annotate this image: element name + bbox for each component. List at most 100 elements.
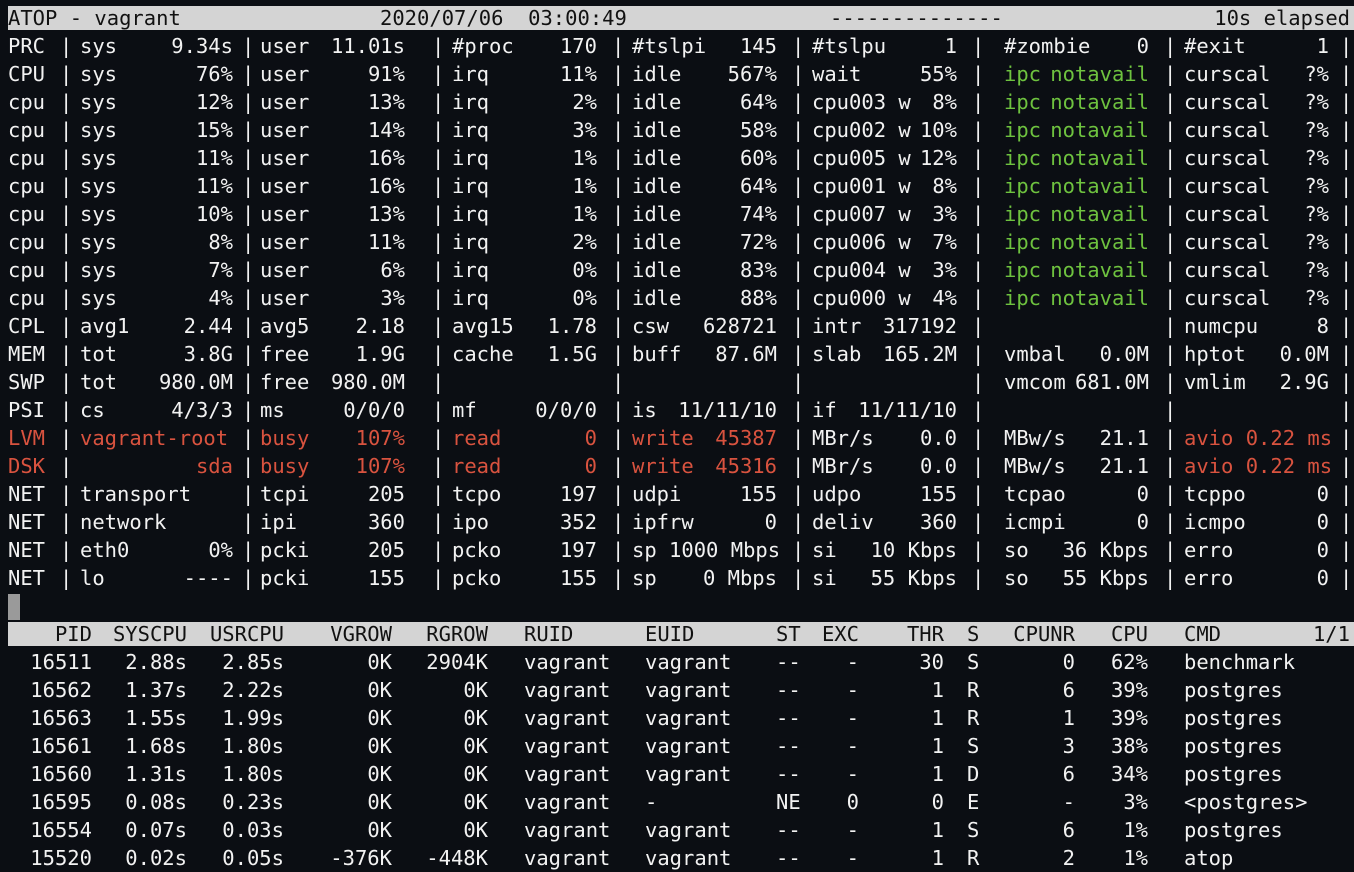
metric-value: 155 — [559, 566, 597, 590]
system-row-net: NET | | | | | | | | lo ---- pcki 155 pcko 155 sp 0 Mbps s… — [0, 564, 1354, 592]
metric-value: 55 Kbps — [1062, 566, 1149, 590]
column-separator: | — [1340, 34, 1353, 58]
process-cell: 0K — [463, 734, 488, 758]
process-row[interactable]: 16560 1.31s 1.80s 0K 0K vagrant vagrant -- -1 D 6 3… — [0, 760, 1354, 788]
metric-value: ?% — [1304, 286, 1329, 310]
metric-value: notavail — [1050, 118, 1149, 142]
process-cell: 0K — [463, 818, 488, 842]
metric-value: 1.78 — [547, 314, 597, 338]
metric-value: 0 — [1316, 538, 1329, 562]
metric-value: 87.6M — [715, 342, 777, 366]
system-row-cpu: cpu | | | | | | | | sys 8% user 11% irq 2% idle 72% cpu00… — [0, 228, 1354, 256]
system-row-net: NET | | | | | | | | network ipi 360 ipo 352 ipfrw 0 deli… — [0, 508, 1354, 536]
column-separator: | — [1340, 398, 1353, 422]
metric-name: transport — [80, 482, 192, 506]
metric-value: 10% — [195, 202, 233, 226]
column-separator: | — [1340, 118, 1353, 142]
process-cell: vagrant — [524, 762, 611, 786]
metric-value: 11% — [195, 174, 233, 198]
metric-value: 7% — [932, 230, 957, 254]
column-separator: | — [1340, 314, 1353, 338]
process-cell: vagrant — [524, 678, 611, 702]
metric-value: 55% — [919, 62, 957, 86]
system-row-cpu: cpu | | | | | | | | sys 15% user 14% irq 3% idle 58% cpu0… — [0, 116, 1354, 144]
metric-value: 64% — [739, 90, 777, 114]
column-separator: | — [1340, 482, 1353, 506]
metric-value: 0.0 — [919, 426, 957, 450]
process-row[interactable]: 16561 1.68s 1.80s 0K 0K vagrant vagrant -- -1 S 3 3… — [0, 732, 1354, 760]
column-separator: | — [1340, 370, 1353, 394]
column-separator: | — [1340, 342, 1353, 366]
system-row-dsk: DSK | | | | | | | | sda busy 107% read 0 write 45316 MBr… — [0, 452, 1354, 480]
process-cell: postgres — [1184, 762, 1283, 786]
metric-value: 83% — [739, 258, 777, 282]
metric-name: avio 0.22 ms — [1184, 454, 1333, 478]
metric-value: 10 Kbps — [870, 538, 957, 562]
system-row-cpu: cpu | | | | | | | | sys 7% user 6% irq 0% idle 83% cpu004… — [0, 256, 1354, 284]
row-label: NET — [8, 482, 46, 506]
metric-value: 628721 — [702, 314, 777, 338]
metric-value: 360 — [367, 510, 405, 534]
metric-value: 45316 — [715, 454, 777, 478]
column-separator: | — [1340, 90, 1353, 114]
metric-value: notavail — [1050, 90, 1149, 114]
metric-value: 11.01s — [330, 34, 405, 58]
metric-value: notavail — [1050, 258, 1149, 282]
process-cell: postgres — [1184, 818, 1283, 842]
metric-value: 8 — [1316, 314, 1329, 338]
metric-value: 15% — [195, 118, 233, 142]
metric-value: 36 Kbps — [1062, 538, 1149, 562]
title-dashes: -------------- — [830, 6, 1003, 30]
system-row-mem: MEM | | | | | | | | tot 3.8G free 1.9G cache 1.5G buff 8… — [0, 340, 1354, 368]
metric-value: 980.0M — [158, 370, 233, 394]
system-row-cpu: cpu | | | | | | | | sys 10% user 13% irq 1% idle 74% cpu0… — [0, 200, 1354, 228]
metric-value: 16% — [367, 174, 405, 198]
column-header-cpu: CPU — [1110, 622, 1148, 646]
system-row-cpu: cpu | | | | | | | | sys 12% user 13% irq 2% idle 64% cpu0… — [0, 88, 1354, 116]
metric-value: 11% — [559, 62, 597, 86]
process-cell: 39% — [1110, 678, 1148, 702]
process-cell: 0K — [463, 706, 488, 730]
column-header-rgrow: RGROW — [426, 622, 488, 646]
metric-value: 16% — [367, 146, 405, 170]
metric-value: 2.18 — [355, 314, 405, 338]
metric-value: 58% — [739, 118, 777, 142]
metric-value: ?% — [1304, 202, 1329, 226]
column-separator: | — [1340, 426, 1353, 450]
metric-value: 0 — [1316, 510, 1329, 534]
metric-value: 8% — [932, 90, 957, 114]
column-separator: | — [1340, 510, 1353, 534]
metric-value: 1.9G — [355, 342, 405, 366]
process-row[interactable]: 16562 1.37s 2.22s 0K 0K vagrant vagrant -- -1 R 6 3… — [0, 676, 1354, 704]
metric-value: 6% — [380, 258, 405, 282]
metric-value: 8% — [932, 174, 957, 198]
metric-value: 21.1 — [1099, 426, 1149, 450]
metric-value: 2% — [572, 90, 597, 114]
metric-value: 2.9G — [1279, 370, 1329, 394]
metric-value: 0% — [572, 286, 597, 310]
metric-value: 60% — [739, 146, 777, 170]
process-cell: 62% — [1110, 650, 1148, 674]
column-separator: | — [612, 538, 625, 562]
process-cell: - — [645, 790, 658, 814]
metric-value: ?% — [1304, 118, 1329, 142]
process-row[interactable]: 16511 2.88s 2.85s 0K 2904K vagrant vagrant -- -3… — [0, 648, 1354, 676]
process-row[interactable]: 16563 1.55s 1.99s 0K 0K vagrant vagrant -- -1 R 1 3… — [0, 704, 1354, 732]
metric-value: 0/0/0 — [535, 398, 597, 422]
metric-value: 0 — [584, 454, 597, 478]
column-separator: | — [432, 370, 445, 394]
process-row[interactable]: 16595 0.08s 0.23s 0K 0K vagrant - NE 0 0 E -3% <post… — [0, 788, 1354, 816]
metric-value: 145 — [739, 34, 777, 58]
process-cell: benchmark — [1184, 650, 1296, 674]
process-row[interactable]: 16554 0.07s 0.03s 0K 0K vagrant vagrant -- -1 S 6 1… — [0, 816, 1354, 844]
metric-value: ?% — [1304, 90, 1329, 114]
system-row-cpu: cpu | | | | | | | | sys 11% user 16% irq 1% idle 60% cpu0… — [0, 144, 1354, 172]
metric-value: 170 — [559, 34, 597, 58]
metric-value: 0 — [584, 426, 597, 450]
process-cell: 0K — [463, 678, 488, 702]
metric-value: 1% — [572, 174, 597, 198]
metric-value: 74% — [739, 202, 777, 226]
process-cell: 34% — [1110, 762, 1148, 786]
metric-value: ?% — [1304, 62, 1329, 86]
system-row-cpu: CPU | | | | | | | | sys 76% user 91% irq 11% idle 567% wa… — [0, 60, 1354, 88]
